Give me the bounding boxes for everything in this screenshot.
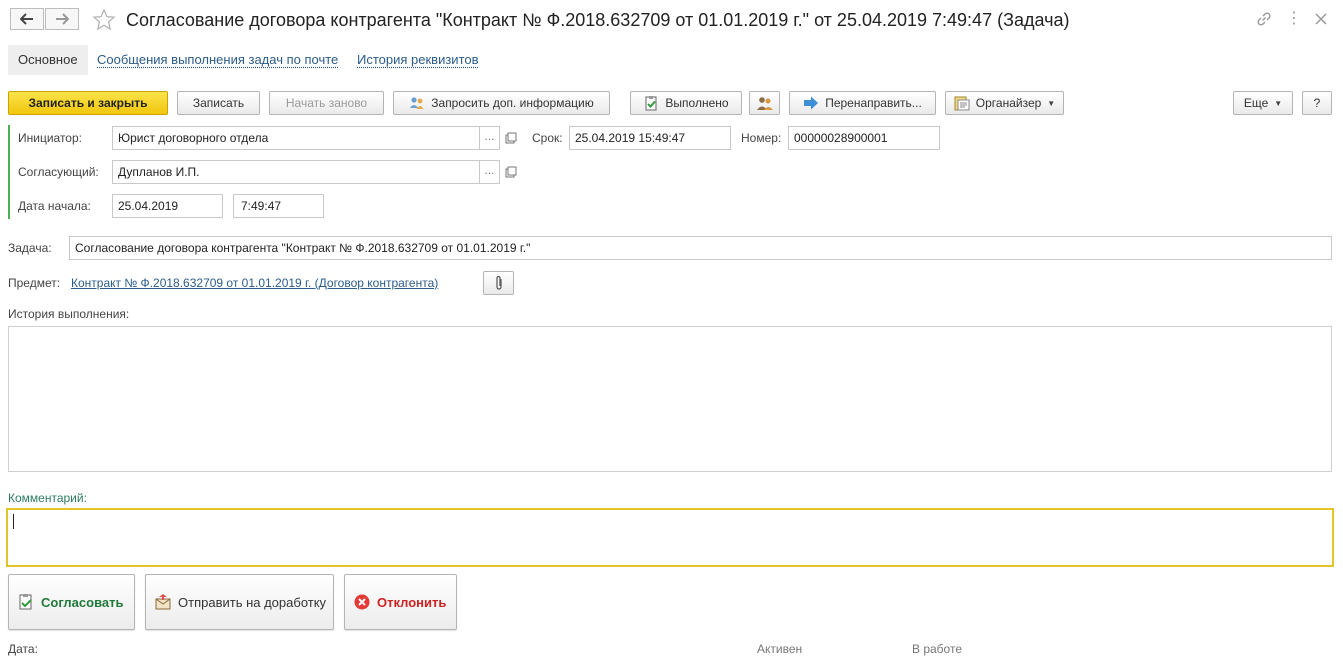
window-title: Согласование договора контрагента "Контр… bbox=[126, 10, 1070, 30]
restart-label: Начать заново bbox=[285, 96, 368, 110]
request-info-label: Запросить доп. информацию bbox=[431, 96, 594, 110]
clipboard-approve-icon bbox=[19, 594, 32, 610]
link-icon[interactable] bbox=[1255, 10, 1275, 28]
comment-label: Комментарий: bbox=[8, 491, 87, 505]
save-and-close-button[interactable]: Записать и закрыть bbox=[8, 91, 168, 115]
approver-field[interactable]: Дупланов И.П. bbox=[112, 160, 480, 184]
initiator-open-icon[interactable] bbox=[501, 126, 521, 150]
tab-history[interactable]: История реквизитов bbox=[347, 45, 489, 75]
status-in-work: В работе bbox=[912, 642, 963, 656]
text-cursor bbox=[13, 514, 14, 530]
deadline-label: Срок: bbox=[532, 131, 563, 145]
initiator-select-button[interactable]: ... bbox=[480, 126, 500, 150]
reject-button[interactable]: Отклонить bbox=[344, 574, 457, 630]
favorite-star-icon[interactable] bbox=[92, 8, 116, 32]
approver-open-icon[interactable] bbox=[501, 160, 521, 184]
history-area[interactable] bbox=[8, 326, 1332, 472]
organizer-label: Органайзер bbox=[975, 96, 1042, 110]
back-button[interactable] bbox=[10, 8, 44, 30]
initiator-field[interactable]: Юрист договорного отдела bbox=[112, 126, 480, 150]
approve-button[interactable]: Согласовать bbox=[8, 574, 135, 630]
start-date-label: Дата начала: bbox=[18, 199, 91, 213]
footer-date-label: Дата: bbox=[8, 642, 38, 656]
more-vert-icon[interactable]: ⋮ bbox=[1285, 9, 1303, 29]
tab-mail-messages[interactable]: Сообщения выполнения задач по почте bbox=[87, 45, 348, 75]
send-back-icon bbox=[155, 594, 171, 610]
deadline-field[interactable]: 25.04.2019 15:49:47 bbox=[569, 126, 731, 150]
redirect-button[interactable]: Перенаправить... bbox=[789, 91, 936, 115]
start-time-field[interactable]: 7:49:47 bbox=[233, 194, 324, 218]
delegate-button[interactable] bbox=[749, 91, 780, 115]
history-label: История выполнения: bbox=[8, 307, 130, 321]
chevron-down-icon: ▼ bbox=[1274, 98, 1283, 108]
tab-main[interactable]: Основное bbox=[8, 45, 88, 75]
group-accent-line bbox=[8, 125, 10, 219]
status-active: Активен bbox=[757, 642, 803, 656]
arrow-left-icon bbox=[20, 13, 33, 25]
initiator-label: Инициатор: bbox=[18, 131, 82, 145]
clipboard-check-icon bbox=[645, 96, 657, 111]
done-label: Выполнено bbox=[665, 96, 729, 110]
task-label: Задача: bbox=[8, 241, 52, 255]
approver-label: Согласующий: bbox=[18, 165, 99, 179]
people-icon bbox=[756, 97, 773, 110]
approve-label: Согласовать bbox=[41, 594, 124, 610]
comment-field[interactable] bbox=[6, 508, 1334, 567]
start-date-field[interactable]: 25.04.2019 bbox=[112, 194, 223, 218]
arrow-right-blue-icon bbox=[804, 96, 819, 110]
organizer-icon bbox=[954, 96, 970, 111]
subject-link[interactable]: Контракт № Ф.2018.632709 от 01.01.2019 г… bbox=[71, 276, 438, 290]
save-and-close-label: Записать и закрыть bbox=[28, 96, 148, 110]
task-field[interactable]: Согласование договора контрагента "Контр… bbox=[69, 236, 1332, 260]
forward-button[interactable] bbox=[45, 8, 79, 30]
send-back-label: Отправить на доработку bbox=[178, 594, 327, 610]
users-question-icon bbox=[410, 97, 424, 109]
done-button[interactable]: Выполнено bbox=[630, 91, 742, 115]
more-label: Еще bbox=[1243, 96, 1269, 110]
save-label: Записать bbox=[192, 96, 245, 110]
attachment-button[interactable] bbox=[483, 271, 514, 295]
save-button[interactable]: Записать bbox=[177, 91, 260, 115]
reject-label: Отклонить bbox=[377, 594, 447, 610]
help-label: ? bbox=[1313, 96, 1321, 110]
organizer-button[interactable]: Органайзер ▼ bbox=[945, 91, 1064, 115]
subject-label: Предмет: bbox=[8, 276, 61, 290]
restart-button[interactable]: Начать заново bbox=[269, 91, 384, 115]
close-icon[interactable] bbox=[1311, 9, 1331, 29]
reject-icon bbox=[354, 594, 370, 610]
chevron-down-icon: ▼ bbox=[1047, 98, 1056, 108]
paperclip-icon bbox=[495, 275, 502, 290]
more-button[interactable]: Еще ▼ bbox=[1233, 91, 1293, 115]
approver-select-button[interactable]: ... bbox=[480, 160, 500, 184]
number-label: Номер: bbox=[741, 131, 782, 145]
request-info-button[interactable]: Запросить доп. информацию bbox=[393, 91, 610, 115]
help-button[interactable]: ? bbox=[1302, 91, 1332, 115]
send-back-button[interactable]: Отправить на доработку bbox=[145, 574, 334, 630]
redirect-label: Перенаправить... bbox=[825, 96, 922, 110]
number-field[interactable]: 00000028900001 bbox=[788, 126, 940, 150]
arrow-right-icon bbox=[56, 13, 69, 25]
